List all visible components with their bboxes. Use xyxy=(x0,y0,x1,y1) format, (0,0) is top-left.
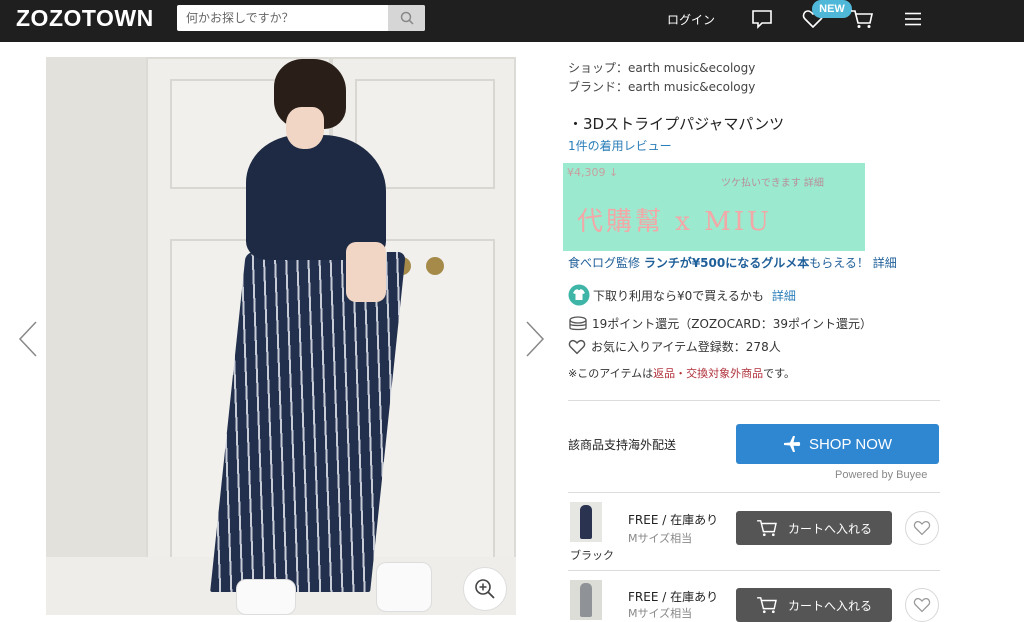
return-notice-row: ※このアイテムは 返品・交換対象外商品 です。 xyxy=(568,365,795,381)
watermark-overlay: ¥4,309 ↓ ツケ払いできます 詳細 代購幫 x MIU xyxy=(563,163,865,251)
variant-size: Mサイズ相当 xyxy=(628,607,693,620)
cart-icon xyxy=(757,597,777,614)
model-shoe xyxy=(236,579,296,615)
login-link[interactable]: ログイン xyxy=(667,11,715,28)
photo-wall xyxy=(46,57,146,615)
campaign-prefix: 食べログ監修 xyxy=(568,256,644,270)
variant-size: Mサイズ相当 xyxy=(628,532,693,545)
notice-prefix: ※このアイテムは xyxy=(568,367,654,380)
zoom-in-icon xyxy=(475,579,495,599)
trade-in-text: 下取り利用なら¥0で買えるかも xyxy=(593,288,764,303)
price-obscured: ¥4,309 ↓ xyxy=(567,166,619,179)
favorites-row: お気に入りアイテム登録数：278人 xyxy=(568,338,781,355)
trade-in-row: 下取り利用なら¥0で買えるかも 詳細 xyxy=(568,284,796,306)
watermark-text: 代購幫 x MIU xyxy=(577,207,772,237)
top-navigation-bar: ZOZOTOWN ログイン NEW xyxy=(0,0,1024,42)
brand-name[interactable]: ブランド：earth music&ecology xyxy=(568,78,755,95)
favorite-button[interactable] xyxy=(905,511,939,545)
shop-name[interactable]: ショップ：earth music&ecology xyxy=(568,59,755,76)
add-to-cart-label: カートへ入れる xyxy=(787,598,872,613)
review-link[interactable]: 1件の着用レビュー xyxy=(568,137,672,154)
points-text: 19ポイント還元（ZOZOCARD：39ポイント還元） xyxy=(592,317,873,331)
powered-by-buyee: Powered by Buyee xyxy=(835,469,928,481)
door-knob xyxy=(426,257,444,275)
product-title: ・3Dストライプパジャマパンツ xyxy=(568,115,785,133)
return-policy-link[interactable]: 返品・交換対象外商品 xyxy=(653,365,763,381)
chevron-right-icon xyxy=(526,321,545,357)
payment-note-obscured: ツケ払いできます 詳細 xyxy=(721,178,824,189)
campaign-banner[interactable]: 食べログ監修 ランチが¥500になるグルメ本もらえる！ 詳細 xyxy=(568,254,897,271)
menu-icon[interactable] xyxy=(901,7,925,31)
chat-icon[interactable] xyxy=(750,7,774,31)
search-button[interactable] xyxy=(388,5,425,31)
coins-icon xyxy=(569,315,587,330)
variant-stock: FREE / 在庫あり xyxy=(628,590,719,604)
model-shoe xyxy=(376,562,432,612)
cart-icon xyxy=(757,520,777,537)
campaign-suffix: もらえる！ xyxy=(809,256,869,270)
plane-icon xyxy=(783,436,801,452)
campaign-detail-link[interactable]: 詳細 xyxy=(873,256,897,270)
notice-suffix: です。 xyxy=(763,367,796,380)
search-icon xyxy=(400,11,414,25)
trade-in-detail-link[interactable]: 詳細 xyxy=(772,287,796,304)
model-arm xyxy=(346,242,386,302)
divider xyxy=(568,400,940,401)
cart-icon[interactable] xyxy=(850,7,874,31)
variant-color-name: ブラック xyxy=(570,549,614,562)
variant-thumbnail[interactable] xyxy=(570,502,602,542)
shop-now-button[interactable]: SHOP NOW xyxy=(736,424,939,464)
favorite-button[interactable] xyxy=(905,588,939,622)
variant-thumbnail[interactable] xyxy=(570,580,602,620)
add-to-cart-label: カートへ入れる xyxy=(787,521,872,536)
product-photo xyxy=(46,57,516,615)
favorites-count-text: お気に入りアイテム登録数：278人 xyxy=(591,340,781,354)
gallery-prev-button[interactable] xyxy=(17,320,39,358)
new-badge: NEW xyxy=(812,0,852,18)
overseas-shipping-label: 該商品支持海外配送 xyxy=(568,438,677,452)
divider xyxy=(568,492,940,493)
points-row: 19ポイント還元（ZOZOCARD：39ポイント還元） xyxy=(568,315,872,332)
shirt-icon xyxy=(568,284,590,306)
add-to-cart-button[interactable]: カートへ入れる xyxy=(736,588,892,622)
search-box xyxy=(177,5,425,31)
heart-icon xyxy=(913,520,931,536)
heart-icon xyxy=(913,597,931,613)
variant-stock: FREE / 在庫あり xyxy=(628,513,719,527)
gallery-next-button[interactable] xyxy=(524,320,546,358)
zoom-button[interactable] xyxy=(463,567,507,611)
shop-now-label: SHOP NOW xyxy=(808,435,893,453)
search-input[interactable] xyxy=(177,5,388,31)
add-to-cart-button[interactable]: カートへ入れる xyxy=(736,511,892,545)
zozotown-logo[interactable]: ZOZOTOWN xyxy=(16,5,154,32)
heart-outline-icon xyxy=(568,339,586,354)
campaign-highlight: ランチが¥500になるグルメ本 xyxy=(643,256,810,270)
chevron-left-icon xyxy=(18,321,37,357)
model-face xyxy=(286,107,324,149)
divider xyxy=(568,570,940,571)
